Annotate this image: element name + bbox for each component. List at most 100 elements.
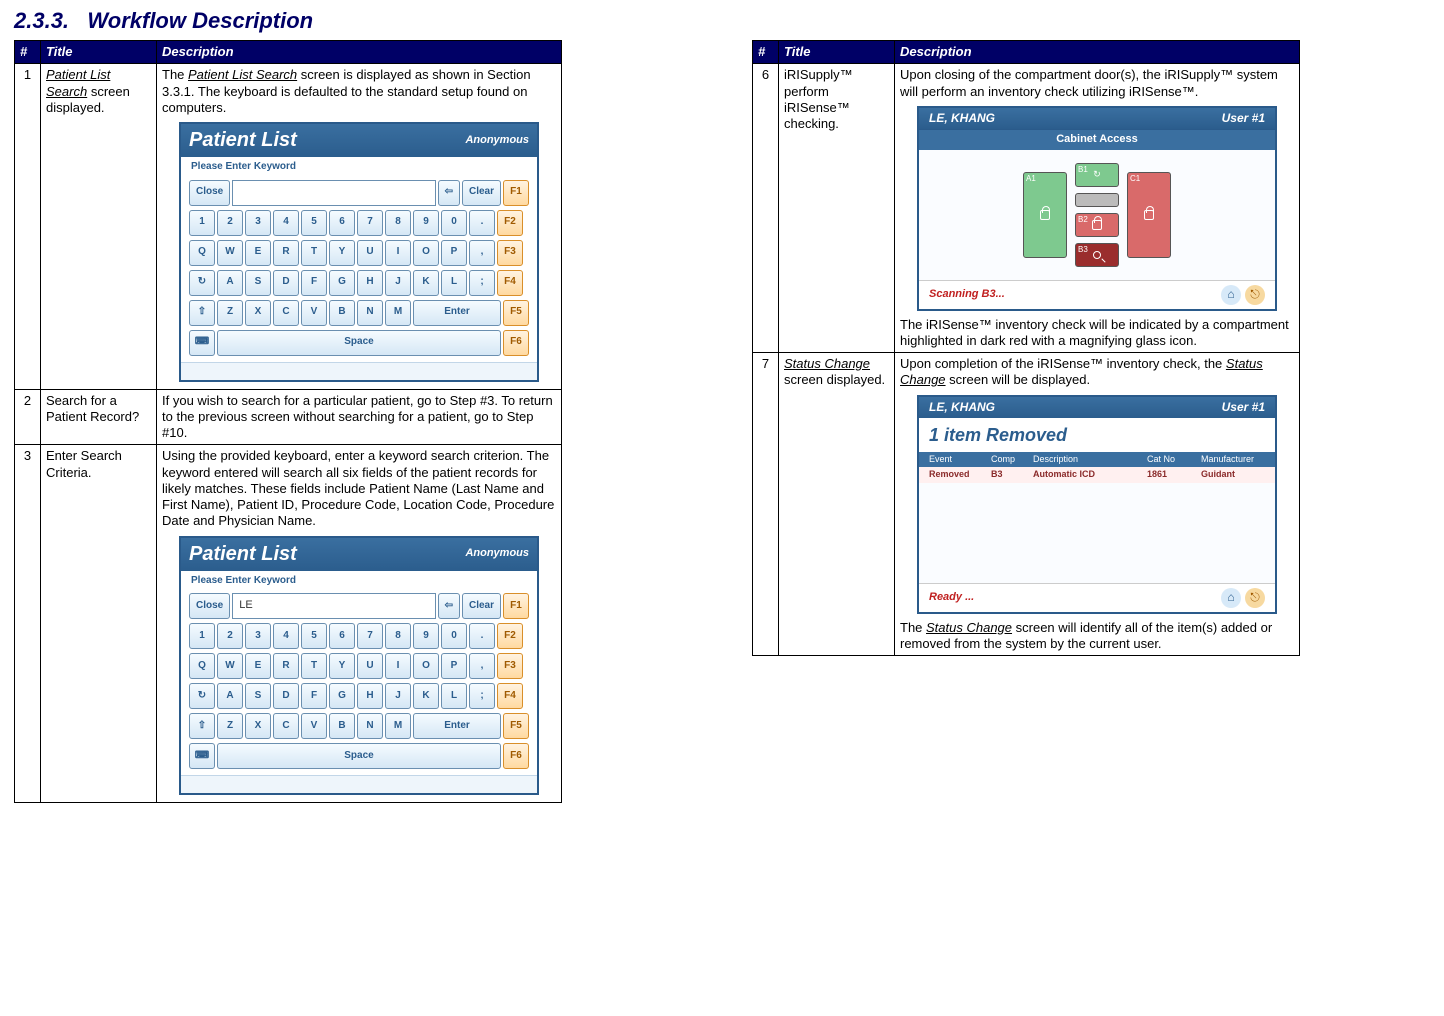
enter-button[interactable]: Enter (413, 300, 501, 326)
key-1[interactable]: 1 (189, 210, 215, 236)
search-input[interactable]: LE (232, 593, 435, 619)
compartment-b3[interactable]: B3 (1075, 243, 1119, 267)
fkey-F6[interactable]: F6 (503, 330, 529, 356)
back-arrow-icon[interactable]: ⇦ (438, 180, 460, 206)
key-R[interactable]: R (273, 653, 299, 679)
key-4[interactable]: 4 (273, 623, 299, 649)
key-O[interactable]: O (413, 240, 439, 266)
key-Q[interactable]: Q (189, 653, 215, 679)
key-7[interactable]: 7 (357, 623, 383, 649)
keyboard-icon[interactable]: ⌨ (189, 743, 215, 769)
key-4[interactable]: 4 (273, 210, 299, 236)
key-⇧[interactable]: ⇧ (189, 713, 215, 739)
key-6[interactable]: 6 (329, 623, 355, 649)
key-C[interactable]: C (273, 713, 299, 739)
key-V[interactable]: V (301, 713, 327, 739)
home-icon[interactable]: ⌂ (1221, 285, 1241, 305)
key-V[interactable]: V (301, 300, 327, 326)
key-H[interactable]: H (357, 683, 383, 709)
key-8[interactable]: 8 (385, 623, 411, 649)
fkey-F3[interactable]: F3 (497, 653, 523, 679)
space-key[interactable]: Space (217, 330, 501, 356)
key-I[interactable]: I (385, 240, 411, 266)
key-S[interactable]: S (245, 270, 271, 296)
key-Q[interactable]: Q (189, 240, 215, 266)
key-G[interactable]: G (329, 270, 355, 296)
key-E[interactable]: E (245, 240, 271, 266)
key-P[interactable]: P (441, 653, 467, 679)
key-1[interactable]: 1 (189, 623, 215, 649)
key-6[interactable]: 6 (329, 210, 355, 236)
key-L[interactable]: L (441, 270, 467, 296)
key-X[interactable]: X (245, 300, 271, 326)
key-B[interactable]: B (329, 300, 355, 326)
key-J[interactable]: J (385, 683, 411, 709)
keyboard-icon[interactable]: ⌨ (189, 330, 215, 356)
key-B[interactable]: B (329, 713, 355, 739)
key-Z[interactable]: Z (217, 713, 243, 739)
key-.[interactable]: . (469, 623, 495, 649)
key-↻[interactable]: ↻ (189, 683, 215, 709)
exit-icon[interactable]: ⎋ (1245, 588, 1265, 608)
compartment-c1[interactable]: C1 (1127, 172, 1171, 258)
key-E[interactable]: E (245, 653, 271, 679)
key-C[interactable]: C (273, 300, 299, 326)
key-9[interactable]: 9 (413, 210, 439, 236)
clear-button[interactable]: Clear (462, 180, 501, 206)
key-K[interactable]: K (413, 270, 439, 296)
close-button[interactable]: Close (189, 593, 230, 619)
key-F[interactable]: F (301, 683, 327, 709)
key-K[interactable]: K (413, 683, 439, 709)
key-0[interactable]: 0 (441, 210, 467, 236)
key-Z[interactable]: Z (217, 300, 243, 326)
clear-button[interactable]: Clear (462, 593, 501, 619)
key-U[interactable]: U (357, 653, 383, 679)
compartment-a1[interactable]: A1 (1023, 172, 1067, 258)
search-input[interactable] (232, 180, 435, 206)
key-5[interactable]: 5 (301, 623, 327, 649)
fkey-F2[interactable]: F2 (497, 623, 523, 649)
key-3[interactable]: 3 (245, 623, 271, 649)
key-0[interactable]: 0 (441, 623, 467, 649)
key-2[interactable]: 2 (217, 623, 243, 649)
key-G[interactable]: G (329, 683, 355, 709)
enter-button[interactable]: Enter (413, 713, 501, 739)
back-arrow-icon[interactable]: ⇦ (438, 593, 460, 619)
fkey-F1[interactable]: F1 (503, 180, 529, 206)
fkey-F5[interactable]: F5 (503, 713, 529, 739)
key-⇧[interactable]: ⇧ (189, 300, 215, 326)
key-M[interactable]: M (385, 300, 411, 326)
key-S[interactable]: S (245, 683, 271, 709)
key-L[interactable]: L (441, 683, 467, 709)
key-U[interactable]: U (357, 240, 383, 266)
key-D[interactable]: D (273, 270, 299, 296)
fkey-F5[interactable]: F5 (503, 300, 529, 326)
compartment-b1[interactable]: B1↻ (1075, 163, 1119, 187)
home-icon[interactable]: ⌂ (1221, 588, 1241, 608)
close-button[interactable]: Close (189, 180, 230, 206)
key-M[interactable]: M (385, 713, 411, 739)
key-,[interactable]: , (469, 653, 495, 679)
fkey-F1[interactable]: F1 (503, 593, 529, 619)
exit-icon[interactable]: ⎋ (1245, 285, 1265, 305)
key-A[interactable]: A (217, 683, 243, 709)
key-J[interactable]: J (385, 270, 411, 296)
key-W[interactable]: W (217, 240, 243, 266)
fkey-F3[interactable]: F3 (497, 240, 523, 266)
key-2[interactable]: 2 (217, 210, 243, 236)
key-R[interactable]: R (273, 240, 299, 266)
key-X[interactable]: X (245, 713, 271, 739)
space-key[interactable]: Space (217, 743, 501, 769)
key-;[interactable]: ; (469, 683, 495, 709)
key-3[interactable]: 3 (245, 210, 271, 236)
key-;[interactable]: ; (469, 270, 495, 296)
fkey-F4[interactable]: F4 (497, 683, 523, 709)
fkey-F4[interactable]: F4 (497, 270, 523, 296)
key-T[interactable]: T (301, 653, 327, 679)
fkey-F2[interactable]: F2 (497, 210, 523, 236)
key-A[interactable]: A (217, 270, 243, 296)
key-7[interactable]: 7 (357, 210, 383, 236)
key-.[interactable]: . (469, 210, 495, 236)
key-D[interactable]: D (273, 683, 299, 709)
key-Y[interactable]: Y (329, 240, 355, 266)
